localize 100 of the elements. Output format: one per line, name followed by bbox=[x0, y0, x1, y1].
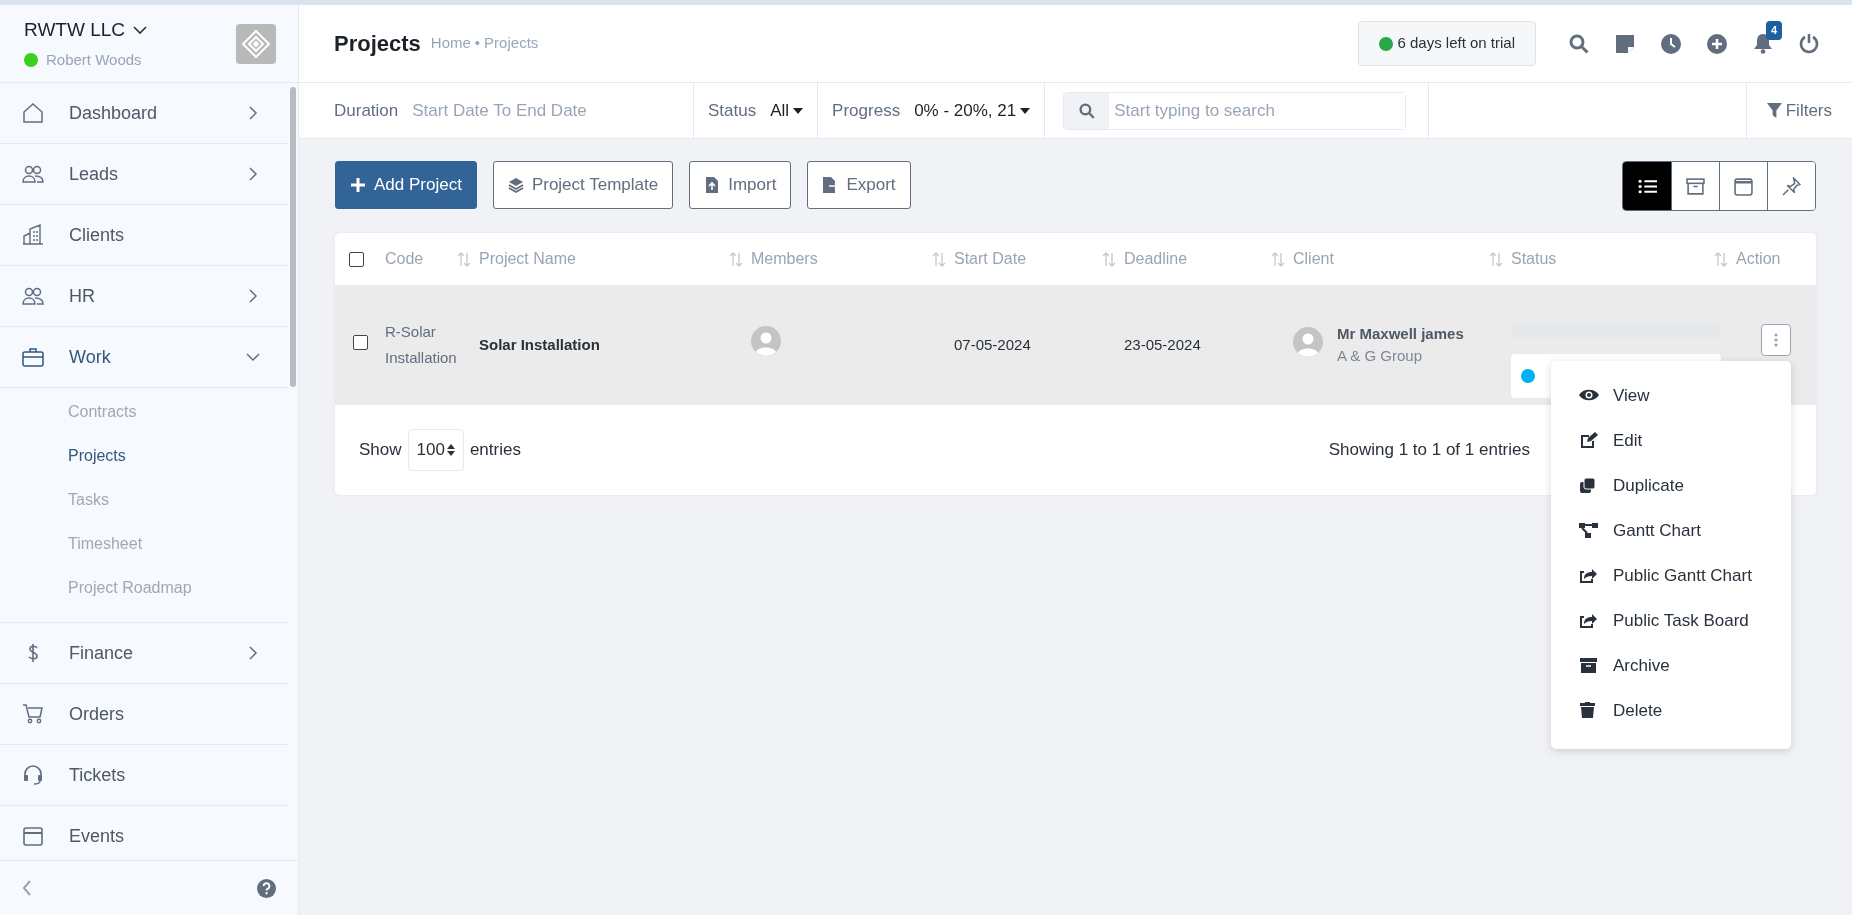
trial-dot bbox=[1379, 36, 1394, 51]
add-project-button[interactable]: Add Project bbox=[335, 161, 477, 209]
sidebar-item[interactable]: Clients bbox=[0, 205, 288, 266]
file-upload-icon bbox=[704, 177, 721, 193]
breadcrumb-separator: • bbox=[474, 34, 481, 52]
funnel-icon bbox=[1766, 103, 1782, 118]
sidebar-subitem[interactable]: Projects bbox=[0, 434, 288, 478]
calendar-icon bbox=[22, 825, 44, 847]
company-logo bbox=[236, 23, 276, 64]
vertical-dots-icon bbox=[1774, 333, 1778, 347]
client-name[interactable]: Mr Maxwell james bbox=[1337, 322, 1464, 345]
menu-item[interactable]: Delete bbox=[1551, 688, 1791, 733]
pencil-square-icon bbox=[1579, 432, 1599, 449]
people-icon bbox=[22, 163, 44, 185]
archive-box-icon bbox=[1686, 176, 1705, 196]
start-date: 07-05-2024 bbox=[954, 335, 1031, 353]
headset-icon bbox=[22, 764, 44, 786]
menu-item[interactable]: Archive bbox=[1551, 643, 1791, 688]
view-toggle-button[interactable] bbox=[1719, 162, 1767, 210]
view-toggle-button[interactable] bbox=[1767, 162, 1815, 210]
client-company: A & G Group bbox=[1337, 346, 1424, 366]
hierarchy-icon bbox=[1579, 522, 1599, 539]
column-header: Status bbox=[1511, 249, 1557, 269]
caret-icon bbox=[793, 108, 804, 115]
plus-icon bbox=[350, 177, 366, 193]
search-icon bbox=[1078, 102, 1095, 119]
chevron-right-icon bbox=[246, 289, 260, 303]
avatar-icon bbox=[751, 326, 781, 356]
view-toggle-button[interactable] bbox=[1671, 162, 1719, 210]
view-toggle-button[interactable] bbox=[1623, 162, 1671, 210]
chevron-down-icon bbox=[246, 350, 260, 364]
cart-icon bbox=[22, 703, 44, 725]
people-icon bbox=[22, 285, 44, 307]
menu-item[interactable]: View bbox=[1551, 373, 1791, 418]
sidebar-item[interactable]: Leads bbox=[0, 144, 288, 205]
row-checkbox[interactable] bbox=[352, 334, 368, 350]
deadline-date: 23-05-2024 bbox=[1124, 335, 1201, 353]
entries-summary: Showing 1 to 1 of 1 entries bbox=[1328, 439, 1530, 462]
status-dropdown[interactable]: All bbox=[770, 97, 804, 124]
column-header: Members bbox=[751, 249, 818, 269]
sidebar-item[interactable]: Dashboard bbox=[0, 83, 288, 144]
building-icon bbox=[22, 224, 44, 246]
sidebar-item[interactable]: Finance bbox=[0, 623, 288, 684]
menu-item[interactable]: Public Task Board bbox=[1551, 598, 1791, 643]
briefcase-icon bbox=[22, 346, 44, 368]
chevron-right-icon bbox=[246, 646, 260, 660]
action-button[interactable]: Export bbox=[807, 161, 911, 209]
column-header: Project Name bbox=[479, 249, 576, 269]
filter-label: Duration bbox=[334, 99, 399, 122]
sidebar-item[interactable]: Events bbox=[0, 806, 288, 860]
column-header: Start Date bbox=[954, 249, 1027, 269]
bell-icon[interactable] bbox=[1753, 33, 1773, 54]
sidebar-item[interactable]: Work bbox=[0, 327, 288, 388]
column-header: Action bbox=[1736, 249, 1781, 269]
sticky-note-icon[interactable] bbox=[1616, 34, 1634, 53]
menu-item[interactable]: Duplicate bbox=[1551, 463, 1791, 508]
help-icon[interactable] bbox=[257, 878, 276, 898]
power-icon[interactable] bbox=[1799, 33, 1819, 54]
status-dot bbox=[1521, 369, 1535, 383]
archive-box-icon bbox=[1579, 657, 1599, 674]
chevron-right-icon bbox=[246, 167, 260, 181]
sidebar-item[interactable]: HR bbox=[0, 266, 288, 327]
sidebar-item[interactable]: Tickets bbox=[0, 745, 288, 806]
progress-dropdown[interactable]: 0% - 20%, 21 bbox=[914, 97, 1031, 124]
trial-badge[interactable]: 6 days left on trial bbox=[1358, 21, 1536, 66]
search-field[interactable]: Start typing to search bbox=[1063, 91, 1407, 130]
share-icon bbox=[1579, 612, 1599, 629]
scrollbar[interactable] bbox=[290, 87, 296, 387]
select-all-checkbox[interactable] bbox=[348, 251, 364, 267]
page-size-select[interactable]: 100 bbox=[407, 429, 464, 471]
sort-caret-icon bbox=[446, 444, 455, 456]
action-button[interactable]: Import bbox=[689, 161, 792, 209]
company-name[interactable]: RWTW LLC bbox=[24, 16, 125, 45]
menu-item[interactable]: Public Gantt Chart bbox=[1551, 553, 1791, 598]
search-icon[interactable] bbox=[1569, 33, 1589, 54]
layers-icon bbox=[507, 177, 524, 193]
menu-item[interactable]: Gantt Chart bbox=[1551, 508, 1791, 553]
column-header: Client bbox=[1293, 249, 1334, 269]
chevron-right-icon bbox=[246, 106, 260, 120]
house-icon bbox=[22, 102, 44, 124]
project-code: R-Solar Installation bbox=[385, 322, 457, 366]
entries-label: entries bbox=[469, 439, 521, 462]
page-title: Projects bbox=[334, 30, 421, 58]
action-button[interactable]: Project Template bbox=[492, 161, 674, 209]
chevron-down-icon[interactable] bbox=[133, 25, 147, 35]
filter-label: Status bbox=[708, 99, 757, 122]
caret-icon bbox=[1020, 108, 1031, 115]
column-header: Deadline bbox=[1124, 249, 1188, 269]
project-name[interactable]: Solar Installation bbox=[479, 335, 600, 353]
filters-button[interactable]: Filters bbox=[1766, 97, 1832, 124]
sidebar-item[interactable]: Orders bbox=[0, 684, 288, 745]
show-label: Show bbox=[359, 439, 402, 462]
add-icon[interactable] bbox=[1707, 33, 1727, 54]
clock-icon[interactable] bbox=[1661, 33, 1681, 54]
menu-item[interactable]: Edit bbox=[1551, 418, 1791, 463]
filter-label: Progress bbox=[832, 99, 901, 122]
user-name: Robert Woods bbox=[46, 49, 142, 70]
share-icon bbox=[1579, 567, 1599, 584]
pin-icon bbox=[1782, 176, 1801, 196]
column-header: Code bbox=[385, 249, 424, 269]
